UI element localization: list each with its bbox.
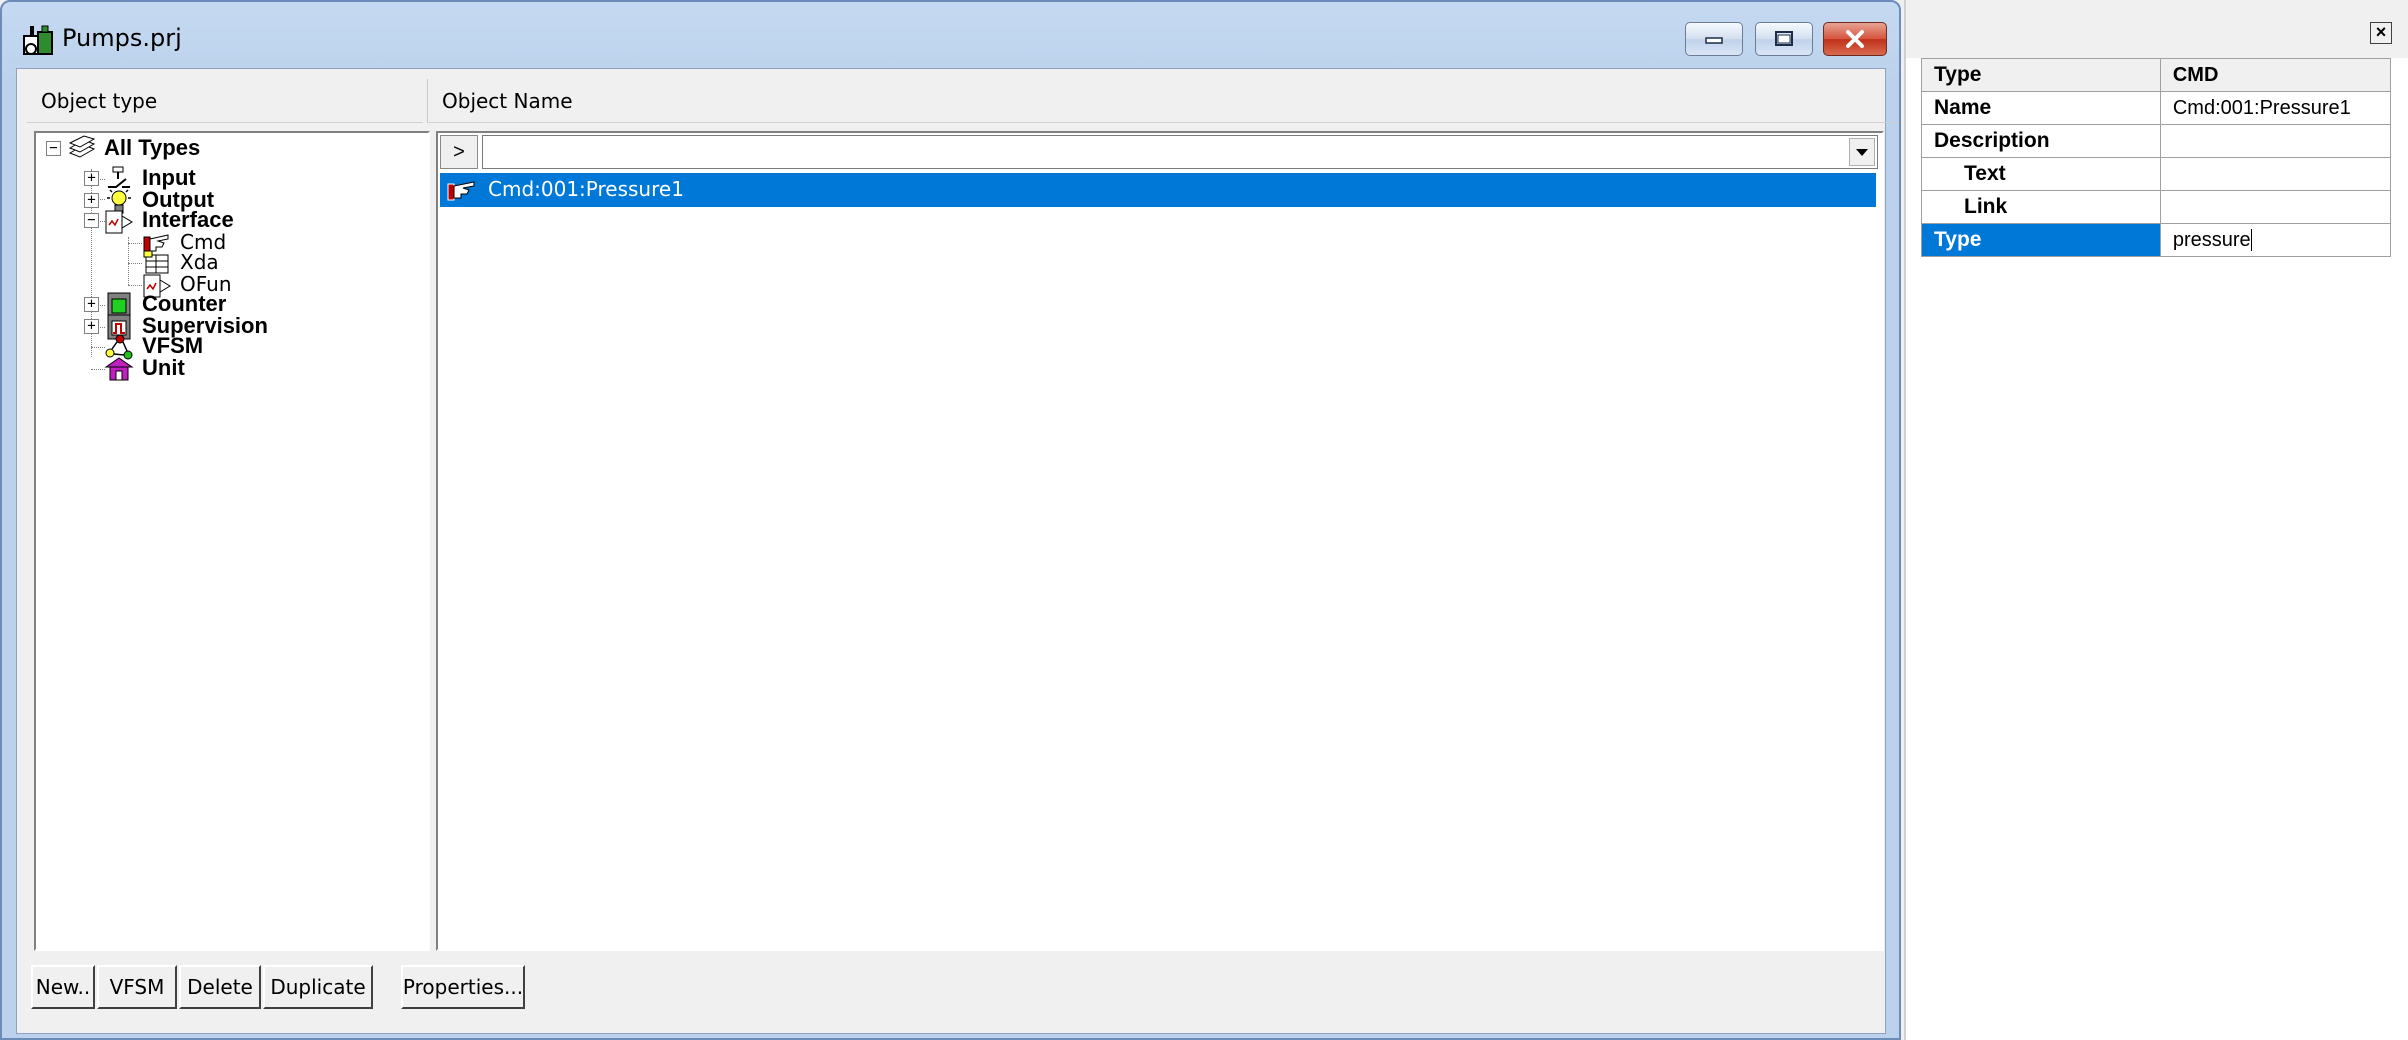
object-name-header[interactable]: Object Name xyxy=(427,79,1899,123)
expand-counter-toggle[interactable]: + xyxy=(84,297,99,312)
new-button[interactable]: New.. xyxy=(31,965,95,1009)
type-value-text: pressure xyxy=(2172,228,2251,251)
close-icon[interactable]: × xyxy=(2370,22,2392,44)
duplicate-button[interactable]: Duplicate xyxy=(263,965,373,1009)
window-title: Pumps.prj xyxy=(62,24,182,52)
property-row-type[interactable]: Type pressure xyxy=(1921,223,2392,257)
minimize-icon xyxy=(1705,37,1723,44)
delete-button[interactable]: Delete xyxy=(179,965,261,1009)
unit-house-icon xyxy=(104,357,134,381)
object-type-tree[interactable]: − All Types + Input + Output − Interface… xyxy=(34,131,430,951)
collapse-all-types-toggle[interactable]: − xyxy=(46,141,61,156)
properties-button[interactable]: Properties... xyxy=(401,965,525,1009)
property-key: Description xyxy=(1921,124,2161,158)
property-key: Link xyxy=(1921,190,2161,224)
property-key: Type xyxy=(1921,58,2161,92)
property-value[interactable] xyxy=(2159,157,2392,191)
collapse-interface-toggle[interactable]: − xyxy=(84,213,99,228)
minimize-button[interactable] xyxy=(1685,22,1743,56)
interface-icon xyxy=(105,210,133,234)
expand-input-toggle[interactable]: + xyxy=(84,171,99,186)
property-value-editor[interactable]: pressure xyxy=(2159,223,2392,257)
property-row-link[interactable]: Link xyxy=(1921,190,2392,224)
property-key: Type xyxy=(1921,223,2161,257)
chevron-down-icon xyxy=(1856,149,1868,156)
title-bar[interactable]: Pumps.prj xyxy=(2,2,1899,68)
property-grid: Type CMD Name Cmd:001:Pressure1 Descript… xyxy=(1921,58,2392,257)
pointing-hand-icon xyxy=(447,181,475,201)
property-value[interactable] xyxy=(2159,124,2392,158)
object-list[interactable]: > Cmd:001:Pressure1 xyxy=(436,131,1884,951)
close-icon xyxy=(1846,30,1864,48)
property-row-text[interactable]: Text xyxy=(1921,157,2392,191)
expand-supervision-toggle[interactable]: + xyxy=(84,319,99,334)
project-window: Pumps.prj Object type Object Name − All … xyxy=(0,0,1901,1040)
list-item[interactable]: Cmd:001:Pressure1 xyxy=(440,173,1876,207)
property-key: Text xyxy=(1921,157,2161,191)
property-key: Name xyxy=(1921,91,2161,125)
property-header-row: Type CMD xyxy=(1921,58,2392,92)
go-button[interactable]: > xyxy=(440,135,478,169)
combo-dropdown-button[interactable] xyxy=(1849,138,1875,166)
maximize-button[interactable] xyxy=(1755,22,1813,56)
expand-output-toggle[interactable]: + xyxy=(84,193,99,208)
property-row-description[interactable]: Description xyxy=(1921,124,2392,158)
property-value: CMD xyxy=(2159,58,2392,92)
list-item-label: Cmd:001:Pressure1 xyxy=(488,177,684,201)
maximize-icon xyxy=(1775,31,1793,46)
name-filter-combobox[interactable] xyxy=(482,135,1878,169)
properties-pane-header xyxy=(1906,0,2408,58)
property-value[interactable]: Cmd:001:Pressure1 xyxy=(2159,91,2392,125)
property-value[interactable] xyxy=(2159,190,2392,224)
vfsm-button[interactable]: VFSM xyxy=(97,965,177,1009)
close-button[interactable] xyxy=(1823,22,1887,56)
property-row-name[interactable]: Name Cmd:001:Pressure1 xyxy=(1921,91,2392,125)
object-type-header[interactable]: Object type xyxy=(27,79,423,123)
window-client-area: Object type Object Name − All Types + In… xyxy=(16,68,1899,1034)
all-types-stack-icon xyxy=(68,135,96,158)
pump-project-icon xyxy=(23,25,53,55)
text-caret xyxy=(2250,229,2252,252)
